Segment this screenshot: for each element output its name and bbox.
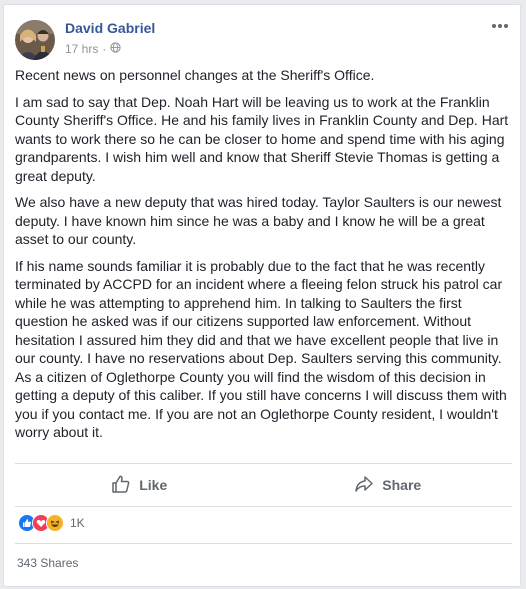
divider <box>15 543 512 544</box>
more-options-icon[interactable] <box>490 19 510 33</box>
share-label: Share <box>382 477 422 493</box>
meta-separator: · <box>102 42 107 56</box>
share-arrow-icon <box>354 475 374 496</box>
reactions-summary[interactable]: 1K <box>18 513 85 533</box>
shares-count[interactable]: 343 Shares <box>17 556 78 570</box>
post-body: Recent news on personnel changes at the … <box>15 66 513 450</box>
post-meta: 17 hrs · <box>65 42 121 56</box>
thumbs-up-icon <box>111 474 131 497</box>
post-header: David Gabriel 17 hrs · <box>4 5 520 69</box>
post-card: David Gabriel 17 hrs · Recent news on pe… <box>3 4 521 587</box>
avatar[interactable] <box>15 20 55 60</box>
post-paragraph: I am sad to say that Dep. Noah Hart will… <box>15 93 509 184</box>
like-label: Like <box>139 477 168 493</box>
post-paragraph: We also have a new deputy that was hired… <box>15 194 502 247</box>
author-name[interactable]: David Gabriel <box>65 20 155 36</box>
like-button[interactable]: Like <box>15 464 264 506</box>
haha-reaction-icon <box>46 514 64 532</box>
reaction-count[interactable]: 1K <box>70 516 85 530</box>
action-bar: Like Share <box>15 463 512 507</box>
globe-icon[interactable] <box>110 42 121 56</box>
post-paragraph: If his name sounds familiar it is probab… <box>15 257 507 441</box>
share-button[interactable]: Share <box>264 464 513 506</box>
post-time[interactable]: 17 hrs <box>65 42 98 56</box>
post-paragraph: Recent news on personnel changes at the … <box>15 67 375 83</box>
